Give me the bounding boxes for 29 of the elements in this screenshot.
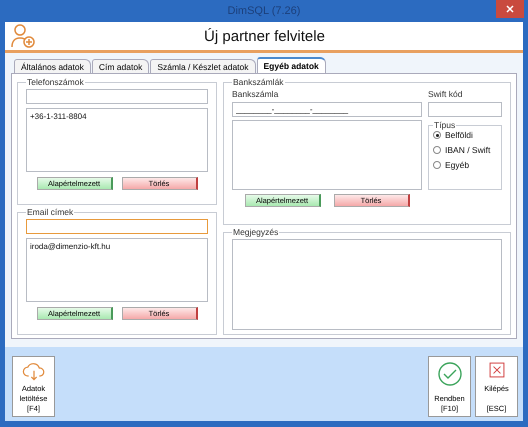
- list-item[interactable]: +36-1-311-8804: [30, 112, 204, 121]
- notes-field[interactable]: [232, 239, 502, 330]
- radio-label: IBAN / Swift: [445, 145, 490, 155]
- close-icon: [506, 5, 514, 13]
- radio-label: Belföldi: [445, 130, 473, 140]
- tab[interactable]: Egyéb adatok: [256, 57, 326, 73]
- tab[interactable]: Számla / Készlet adatok: [150, 59, 256, 73]
- tab[interactable]: Cím adatok: [92, 59, 150, 73]
- window-title: DimSQL (7.26): [228, 5, 300, 17]
- check-circle-icon: [436, 360, 462, 386]
- radio-label: Egyéb: [445, 160, 470, 170]
- radio-button[interactable]: [433, 146, 441, 154]
- input-field[interactable]: [26, 219, 208, 234]
- group-title: Bankszámlák: [232, 77, 285, 87]
- group-title: Email címek: [26, 207, 74, 217]
- tab[interactable]: Általános adatok: [14, 59, 91, 73]
- field-label: Bankszámla: [232, 89, 280, 99]
- input-field[interactable]: [26, 89, 208, 104]
- close-button[interactable]: [496, 0, 524, 18]
- account-field[interactable]: ________-________-________: [232, 102, 422, 117]
- group-title: Típus: [433, 120, 456, 130]
- swift-field[interactable]: [428, 102, 502, 117]
- dialog-title: Új partner felvitele: [203, 28, 326, 44]
- group-title: Telefonszámok: [26, 77, 85, 87]
- list-item[interactable]: iroda@dimenzio-kft.hu: [30, 242, 204, 251]
- group-title: Megjegyzés: [232, 227, 280, 237]
- radio-button[interactable]: [433, 131, 441, 139]
- field-label: Swift kód: [428, 89, 464, 99]
- radio-button[interactable]: [433, 161, 441, 169]
